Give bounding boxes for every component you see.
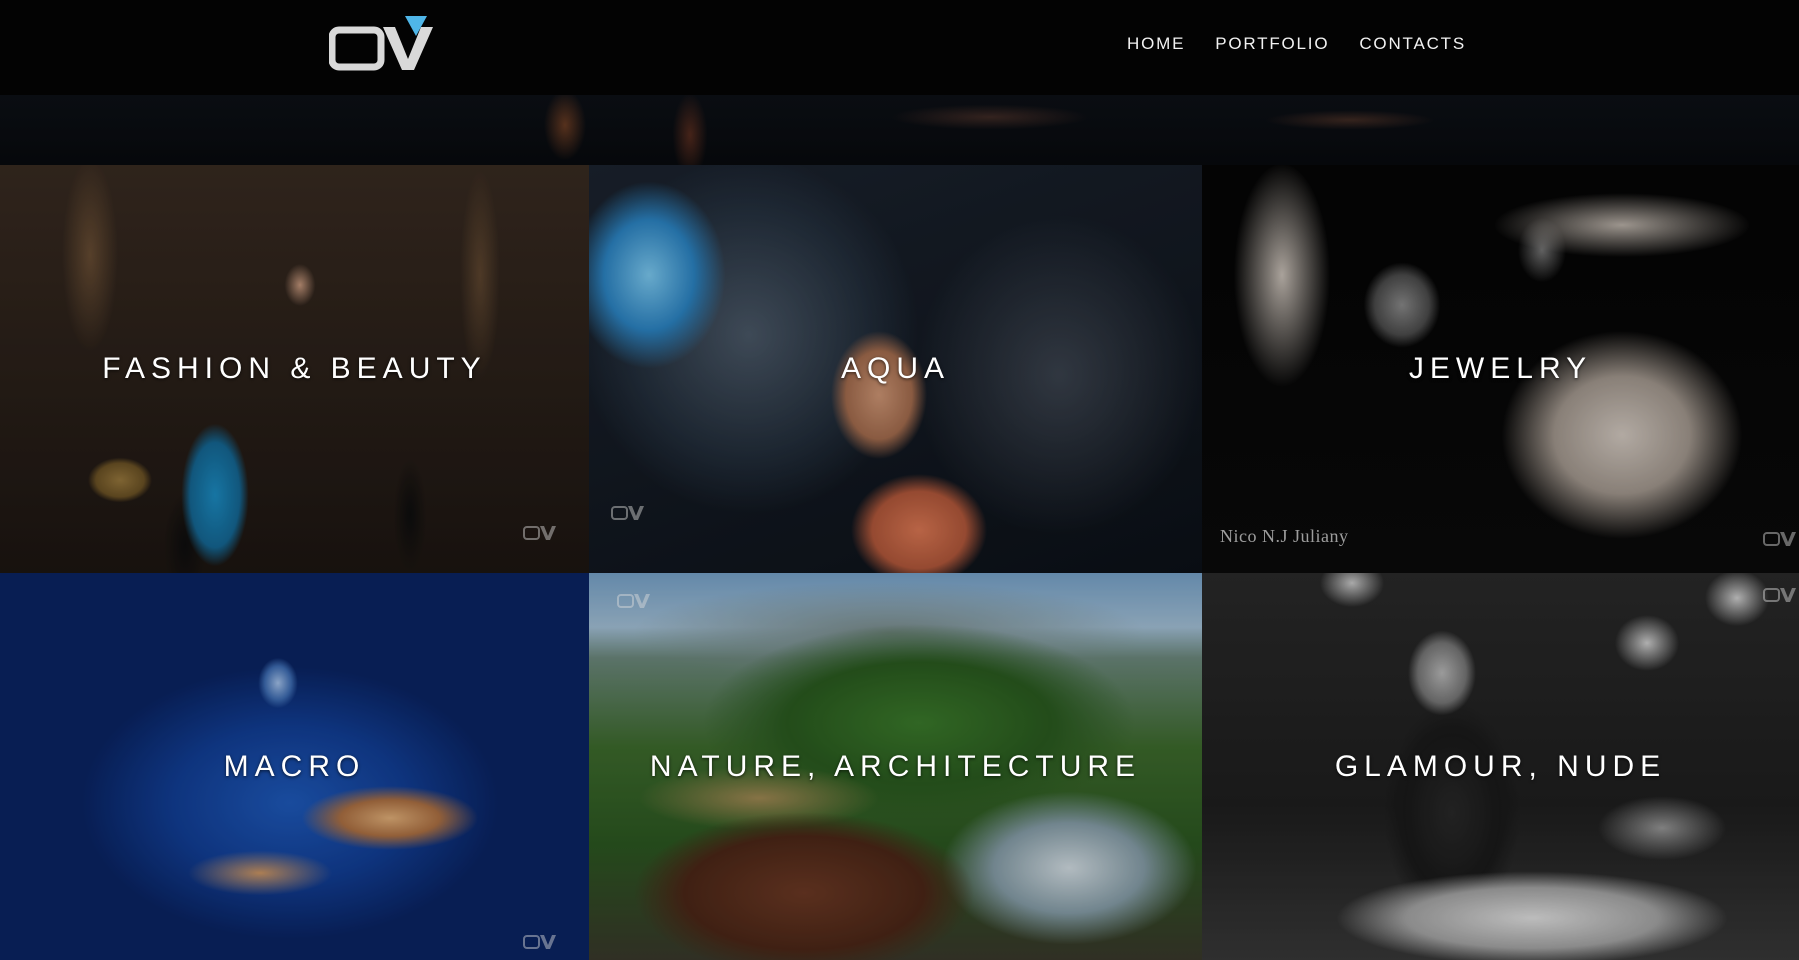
logo-icon (329, 16, 433, 71)
watermark-logo-icon (523, 526, 556, 540)
tile-label: AQUA (840, 352, 951, 385)
watermark-logo-icon (523, 935, 556, 949)
photographer-signature: Nico N.J Juliany (1220, 526, 1349, 546)
portfolio-gallery: FASHION & BEAUTY AQUA Nico N.J Juliany J… (0, 165, 1799, 960)
watermark-logo-icon (1763, 588, 1796, 602)
gallery-tile-macro[interactable]: MACRO (0, 573, 589, 960)
tile-label: NATURE, ARCHITECTURE (649, 749, 1142, 783)
tile-label: GLAMOUR, NUDE (1334, 749, 1667, 783)
gallery-tile-jewelry[interactable]: Nico N.J Juliany JEWELRY (1202, 165, 1799, 573)
hero-banner-strip (0, 95, 1799, 165)
page: HOME PORTFOLIO CONTACTS FASHION & BEAUTY (0, 0, 1799, 960)
gallery-tile-nature-architecture[interactable]: NATURE, ARCHITECTURE (589, 573, 1202, 960)
main-nav: HOME PORTFOLIO CONTACTS (1127, 34, 1466, 54)
site-header: HOME PORTFOLIO CONTACTS (0, 0, 1799, 95)
gallery-tile-aqua[interactable]: AQUA (589, 165, 1202, 573)
nav-portfolio-link[interactable]: PORTFOLIO (1215, 34, 1329, 54)
tile-label: JEWELRY (1408, 352, 1593, 385)
nav-contacts-link[interactable]: CONTACTS (1359, 34, 1466, 54)
watermark-logo-icon (1763, 532, 1796, 546)
watermark-logo-icon (617, 594, 650, 608)
tile-label: MACRO (223, 749, 366, 783)
watermark-logo-icon (611, 506, 644, 520)
tile-label: FASHION & BEAUTY (102, 352, 487, 385)
gallery-tile-glamour-nude[interactable]: GLAMOUR, NUDE (1202, 573, 1799, 960)
gallery-tile-fashion-beauty[interactable]: FASHION & BEAUTY (0, 165, 589, 573)
nav-home-link[interactable]: HOME (1127, 34, 1185, 54)
